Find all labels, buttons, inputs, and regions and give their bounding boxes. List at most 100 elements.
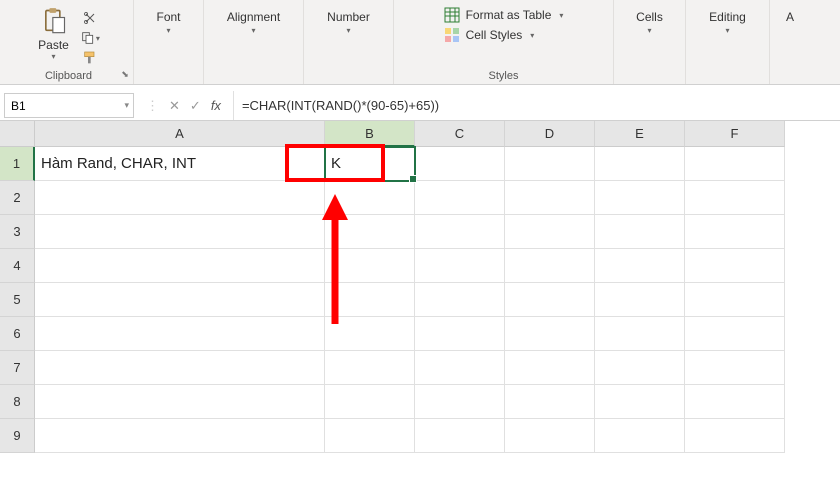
chevron-down-icon: ▾ bbox=[647, 26, 651, 35]
cell-A1[interactable]: Hàm Rand, CHAR, INT bbox=[35, 147, 325, 181]
column-header-B[interactable]: B bbox=[325, 121, 415, 147]
cell-E1[interactable] bbox=[595, 147, 685, 181]
paste-button[interactable]: Paste ▾ bbox=[34, 4, 73, 63]
cell-C4[interactable] bbox=[415, 249, 505, 283]
cell-E3[interactable] bbox=[595, 215, 685, 249]
cell-F8[interactable] bbox=[685, 385, 785, 419]
cells-area: Hàm Rand, CHAR, INTK bbox=[35, 147, 785, 453]
cell-A8[interactable] bbox=[35, 385, 325, 419]
cell-C2[interactable] bbox=[415, 181, 505, 215]
cell-B8[interactable] bbox=[325, 385, 415, 419]
row-header-8[interactable]: 8 bbox=[0, 385, 35, 419]
cell-B4[interactable] bbox=[325, 249, 415, 283]
cell-D7[interactable] bbox=[505, 351, 595, 385]
cell-E5[interactable] bbox=[595, 283, 685, 317]
name-box[interactable]: B1 ▾ bbox=[4, 93, 134, 118]
cell-C1[interactable] bbox=[415, 147, 505, 181]
cell-B6[interactable] bbox=[325, 317, 415, 351]
chevron-down-icon: ▾ bbox=[166, 26, 170, 35]
cell-D5[interactable] bbox=[505, 283, 595, 317]
format-as-table-button[interactable]: Format as Table ▾ bbox=[442, 6, 566, 24]
column-header-F[interactable]: F bbox=[685, 121, 785, 147]
row-header-3[interactable]: 3 bbox=[0, 215, 35, 249]
cell-A9[interactable] bbox=[35, 419, 325, 453]
select-all-corner[interactable] bbox=[0, 121, 35, 147]
cell-A5[interactable] bbox=[35, 283, 325, 317]
cell-F5[interactable] bbox=[685, 283, 785, 317]
cell-F7[interactable] bbox=[685, 351, 785, 385]
scissors-icon bbox=[82, 10, 98, 26]
group-label-styles: Styles bbox=[489, 70, 519, 82]
ribbon-group-partial: A bbox=[770, 0, 810, 84]
row-header-4[interactable]: 4 bbox=[0, 249, 35, 283]
cell-styles-button[interactable]: Cell Styles ▾ bbox=[442, 26, 537, 44]
font-dropdown[interactable]: Font ▾ bbox=[148, 4, 188, 35]
row-header-5[interactable]: 5 bbox=[0, 283, 35, 317]
cell-A2[interactable] bbox=[35, 181, 325, 215]
row-header-6[interactable]: 6 bbox=[0, 317, 35, 351]
cell-B2[interactable] bbox=[325, 181, 415, 215]
row-header-2[interactable]: 2 bbox=[0, 181, 35, 215]
dialog-launcher-icon[interactable]: ⬊ bbox=[119, 68, 131, 80]
editing-dropdown[interactable]: Editing ▾ bbox=[701, 4, 754, 35]
column-header-C[interactable]: C bbox=[415, 121, 505, 147]
cancel-icon[interactable]: ✕ bbox=[169, 98, 180, 114]
cell-E4[interactable] bbox=[595, 249, 685, 283]
alignment-dropdown[interactable]: Alignment ▾ bbox=[219, 4, 288, 35]
group-label-clipboard: Clipboard bbox=[45, 70, 92, 82]
cell-A3[interactable] bbox=[35, 215, 325, 249]
handle-icon[interactable]: ⋮ bbox=[146, 98, 159, 114]
cell-D4[interactable] bbox=[505, 249, 595, 283]
paintbrush-icon bbox=[82, 50, 98, 66]
cell-F9[interactable] bbox=[685, 419, 785, 453]
row-header-7[interactable]: 7 bbox=[0, 351, 35, 385]
cell-F2[interactable] bbox=[685, 181, 785, 215]
cell-A6[interactable] bbox=[35, 317, 325, 351]
copy-button[interactable]: ▾ bbox=[77, 28, 103, 48]
cell-D3[interactable] bbox=[505, 215, 595, 249]
cell-C9[interactable] bbox=[415, 419, 505, 453]
paste-label: Paste bbox=[38, 38, 69, 52]
cell-D9[interactable] bbox=[505, 419, 595, 453]
cell-D6[interactable] bbox=[505, 317, 595, 351]
cell-F6[interactable] bbox=[685, 317, 785, 351]
cell-F1[interactable] bbox=[685, 147, 785, 181]
row-header-9[interactable]: 9 bbox=[0, 419, 35, 453]
number-dropdown[interactable]: Number ▾ bbox=[319, 4, 378, 35]
chevron-down-icon[interactable]: ▾ bbox=[124, 100, 129, 111]
row-header-1[interactable]: 1 bbox=[0, 147, 35, 181]
cell-B3[interactable] bbox=[325, 215, 415, 249]
cells-dropdown[interactable]: Cells ▾ bbox=[628, 4, 671, 35]
fx-icon[interactable]: fx bbox=[211, 98, 221, 113]
cell-A4[interactable] bbox=[35, 249, 325, 283]
cell-C6[interactable] bbox=[415, 317, 505, 351]
cell-B9[interactable] bbox=[325, 419, 415, 453]
column-header-D[interactable]: D bbox=[505, 121, 595, 147]
cell-B7[interactable] bbox=[325, 351, 415, 385]
cut-button[interactable] bbox=[77, 8, 103, 28]
formula-input[interactable]: =CHAR(INT(RAND()*(90-65)+65)) bbox=[233, 91, 840, 120]
format-painter-button[interactable] bbox=[77, 48, 103, 68]
cell-C3[interactable] bbox=[415, 215, 505, 249]
cell-A7[interactable] bbox=[35, 351, 325, 385]
enter-icon[interactable]: ✓ bbox=[190, 98, 201, 114]
cell-B5[interactable] bbox=[325, 283, 415, 317]
cell-E6[interactable] bbox=[595, 317, 685, 351]
cell-E7[interactable] bbox=[595, 351, 685, 385]
column-header-E[interactable]: E bbox=[595, 121, 685, 147]
copy-icon bbox=[80, 30, 96, 46]
cell-F3[interactable] bbox=[685, 215, 785, 249]
cell-D8[interactable] bbox=[505, 385, 595, 419]
cell-E2[interactable] bbox=[595, 181, 685, 215]
cell-C7[interactable] bbox=[415, 351, 505, 385]
cell-B1[interactable]: K bbox=[325, 147, 415, 181]
cell-F4[interactable] bbox=[685, 249, 785, 283]
cell-C8[interactable] bbox=[415, 385, 505, 419]
cell-C5[interactable] bbox=[415, 283, 505, 317]
cell-D1[interactable] bbox=[505, 147, 595, 181]
cell-E8[interactable] bbox=[595, 385, 685, 419]
chevron-down-icon: ▾ bbox=[346, 26, 350, 35]
column-header-A[interactable]: A bbox=[35, 121, 325, 147]
cell-E9[interactable] bbox=[595, 419, 685, 453]
cell-D2[interactable] bbox=[505, 181, 595, 215]
